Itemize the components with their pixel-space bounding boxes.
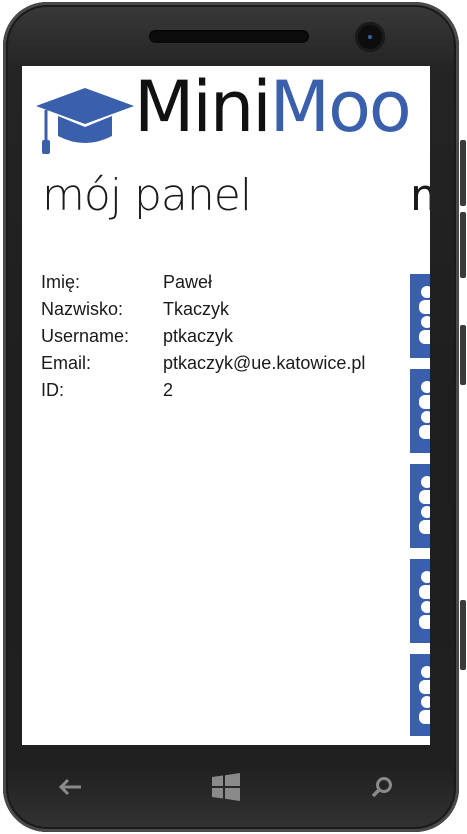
people-icon xyxy=(419,476,430,534)
tile[interactable] xyxy=(410,274,430,358)
people-icon xyxy=(419,286,430,344)
field-label: Username: xyxy=(41,326,130,346)
tile[interactable] xyxy=(410,464,430,548)
page-title: mój panel xyxy=(42,170,252,221)
field-label: Imię: xyxy=(41,272,81,292)
back-arrow-icon xyxy=(58,778,81,796)
field-value: ptkaczyk xyxy=(163,326,234,346)
next-pivot-title[interactable]: m xyxy=(410,174,430,218)
camera-button xyxy=(460,600,466,670)
app-title: MiniMoo xyxy=(134,72,412,142)
field-value: ptkaczyk@ue.katowice.pl xyxy=(163,353,366,373)
people-icon xyxy=(419,381,430,439)
phone-device: MiniMoo mój panel m Imię: Paweł Nazwisko… xyxy=(0,0,467,834)
field-value: Paweł xyxy=(163,272,213,292)
field-label: Nazwisko: xyxy=(41,299,124,319)
field-value: 2 xyxy=(163,380,174,400)
search-button[interactable] xyxy=(362,767,402,807)
front-camera xyxy=(355,22,385,52)
volume-up-button xyxy=(460,140,466,206)
app-title-part1: Mini xyxy=(134,66,272,148)
next-panel-tiles xyxy=(410,274,430,736)
power-button xyxy=(460,325,466,385)
volume-down-button xyxy=(460,212,466,278)
windows-start-icon xyxy=(212,773,240,801)
earpiece-speaker xyxy=(149,30,309,43)
start-button[interactable] xyxy=(206,767,246,807)
back-button[interactable] xyxy=(50,767,90,807)
field-label: Email: xyxy=(41,353,92,373)
app-screen: MiniMoo mój panel m Imię: Paweł Nazwisko… xyxy=(22,66,430,745)
search-icon xyxy=(371,777,392,798)
people-icon xyxy=(419,571,430,629)
app-title-part2: Moo xyxy=(269,66,412,148)
field-value: Tkaczyk xyxy=(163,299,230,319)
tile[interactable] xyxy=(410,369,430,453)
tile[interactable] xyxy=(410,559,430,643)
tile[interactable] xyxy=(410,654,430,736)
system-navbar xyxy=(22,745,430,832)
people-icon xyxy=(419,666,430,724)
graduation-cap-icon xyxy=(36,88,134,154)
field-label: ID: xyxy=(41,380,65,400)
